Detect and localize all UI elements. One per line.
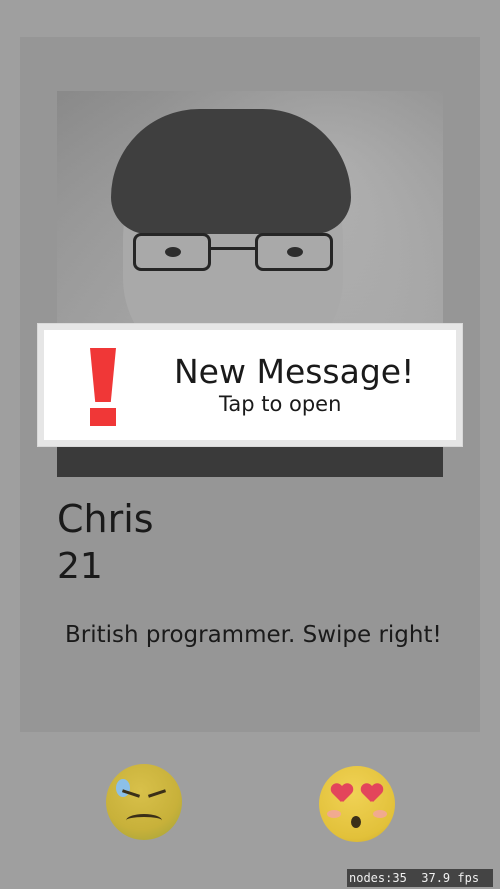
dislike-button[interactable] bbox=[106, 764, 182, 840]
fps-counter: 37.9 fps bbox=[421, 871, 480, 885]
like-button[interactable] bbox=[319, 766, 395, 842]
exclamation-icon bbox=[90, 348, 116, 428]
notification-title: New Message! bbox=[174, 352, 415, 391]
notification-subtitle: Tap to open bbox=[219, 392, 342, 416]
glasses-graphic bbox=[133, 233, 333, 275]
profile-name: Chris bbox=[57, 497, 154, 541]
profile-bio: British programmer. Swipe right! bbox=[65, 622, 442, 648]
debug-stats: nodes:35 37.9 fps bbox=[347, 869, 493, 887]
profile-age: 21 bbox=[57, 546, 103, 587]
new-message-notification[interactable]: New Message! Tap to open bbox=[37, 323, 463, 447]
node-count: nodes:35 bbox=[349, 871, 407, 885]
notification-body[interactable]: New Message! Tap to open bbox=[44, 330, 456, 440]
